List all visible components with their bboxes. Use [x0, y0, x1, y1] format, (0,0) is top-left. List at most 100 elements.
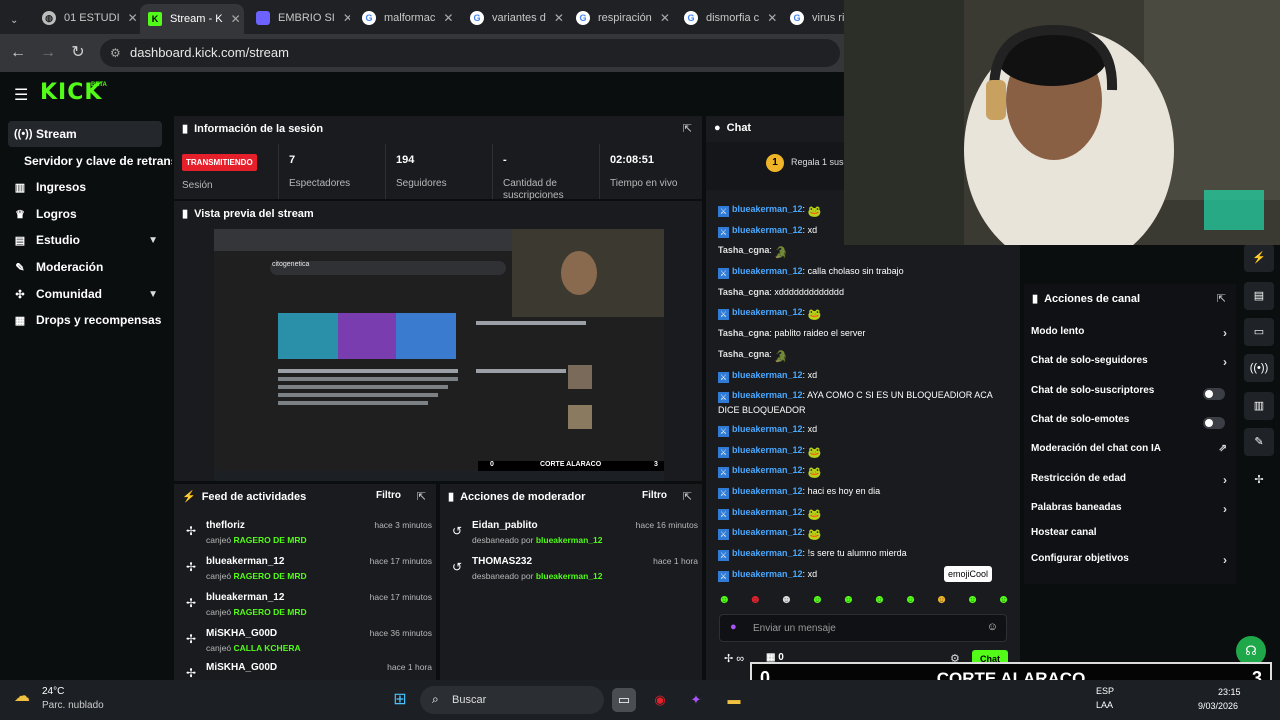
- sidebar-item-server-key[interactable]: Servidor y clave de retransmisión: [8, 148, 172, 174]
- chat-username[interactable]: blueakerman_12: [732, 527, 803, 537]
- keyboard-layout[interactable]: LAA: [1096, 700, 1113, 710]
- activity-user[interactable]: MiSKHA_G00D: [206, 628, 277, 639]
- chat-username[interactable]: blueakerman_12: [732, 569, 803, 579]
- action-configure-goals[interactable]: Configurar objetivos ›: [1031, 553, 1227, 573]
- chat-input[interactable]: ● Enviar un mensaje ☺: [719, 614, 1007, 642]
- popout-icon[interactable]: ⇱: [417, 490, 426, 503]
- close-icon[interactable]: ✕: [343, 11, 350, 25]
- site-info-icon[interactable]: ⚙: [110, 39, 121, 67]
- close-icon[interactable]: ✕: [128, 11, 138, 25]
- activity-user[interactable]: MiSKHA_G00D: [206, 662, 277, 673]
- chat-username[interactable]: blueakerman_12: [732, 486, 803, 496]
- mod-by[interactable]: blueakerman_12: [536, 535, 603, 545]
- action-host-channel[interactable]: Hostear canal: [1031, 527, 1227, 547]
- tab-search-button[interactable]: ⌄: [2, 8, 30, 32]
- action-subscribers-only[interactable]: Chat de solo-suscriptores: [1031, 385, 1227, 405]
- weather-desc[interactable]: Parc. nublado: [42, 700, 104, 711]
- sidebar-item-moderation[interactable]: ✎ Moderación: [8, 254, 162, 280]
- browser-tab[interactable]: G malformac ✕: [354, 6, 458, 30]
- emote-icon[interactable]: ☻: [904, 592, 917, 610]
- chat-username[interactable]: blueakerman_12: [732, 507, 803, 517]
- activity-user[interactable]: blueakerman_12: [206, 592, 284, 603]
- browser-tab[interactable]: G dismorfia c ✕: [676, 6, 780, 30]
- microphone-icon[interactable]: ●: [730, 621, 737, 633]
- mod-target-user[interactable]: Eidan_pablito: [472, 520, 538, 531]
- weather-temp[interactable]: 24°C: [42, 686, 64, 697]
- mod-target-user[interactable]: THOMAS232: [472, 556, 532, 567]
- document-icon[interactable]: ▤: [1244, 282, 1274, 310]
- sidebar-item-stream[interactable]: ((•)) Stream: [8, 121, 162, 147]
- broadcast-icon[interactable]: ((•)): [1244, 354, 1274, 382]
- chat-username[interactable]: blueakerman_12: [732, 204, 803, 214]
- chat-bubble-icon[interactable]: ▭: [1244, 318, 1274, 346]
- mod-panel-icon[interactable]: ▥: [1244, 392, 1274, 420]
- lightning-icon[interactable]: ⚡: [1244, 244, 1274, 272]
- emote-icon[interactable]: ☻: [780, 592, 793, 610]
- subscribers-only-toggle[interactable]: [1203, 388, 1225, 400]
- reload-icon[interactable]: ↻: [68, 43, 88, 63]
- close-icon[interactable]: ✕: [443, 11, 453, 25]
- chat-username[interactable]: blueakerman_12: [732, 390, 803, 400]
- chat-username[interactable]: blueakerman_12: [732, 445, 803, 455]
- chat-username[interactable]: Tasha_cgna: [718, 287, 769, 297]
- chat-username[interactable]: blueakerman_12: [732, 548, 803, 558]
- browser-tab-active[interactable]: K Stream - K ✕: [140, 4, 244, 34]
- mod-by[interactable]: blueakerman_12: [536, 571, 603, 581]
- sidebar-item-drops[interactable]: ▦ Drops y recompensas: [8, 307, 162, 333]
- popout-icon[interactable]: ⇱: [683, 490, 692, 503]
- back-arrow-icon[interactable]: ←: [8, 43, 28, 63]
- wrench-icon[interactable]: ✎: [1244, 428, 1274, 456]
- copilot-icon[interactable]: ✦: [684, 688, 708, 712]
- chat-username[interactable]: Tasha_cgna: [718, 245, 769, 255]
- emote-icon[interactable]: ☻: [811, 592, 824, 610]
- weather-icon[interactable]: ☁: [14, 686, 30, 706]
- close-icon[interactable]: ✕: [554, 11, 564, 25]
- action-ai-moderation[interactable]: Moderación del chat con IA ⇗: [1031, 443, 1227, 463]
- windows-start-icon[interactable]: ⊞: [388, 688, 412, 712]
- sidebar-item-achievements[interactable]: ♛ Logros: [8, 201, 162, 227]
- community-icon[interactable]: ✢: [1244, 466, 1274, 494]
- action-followers-only[interactable]: Chat de solo-seguidores ›: [1031, 355, 1227, 375]
- taskbar-search[interactable]: ⌕ Buscar: [420, 686, 604, 714]
- close-icon[interactable]: ✕: [660, 11, 670, 25]
- action-slow-mode[interactable]: Modo lento ›: [1031, 326, 1227, 346]
- url-field[interactable]: ⚙ dashboard.kick.com/stream: [100, 39, 840, 67]
- action-age-restriction[interactable]: Restricción de edad ›: [1031, 473, 1227, 493]
- action-emotes-only[interactable]: Chat de solo-emotes: [1031, 414, 1227, 434]
- chat-username[interactable]: Tasha_cgna: [718, 328, 769, 338]
- browser-tab[interactable]: EMBRIO SI ✕: [248, 6, 350, 30]
- clock-time[interactable]: 23:15: [1218, 687, 1241, 697]
- filter-button[interactable]: Filtro: [376, 490, 401, 501]
- emote-icon[interactable]: ☻: [718, 592, 731, 610]
- chat-username[interactable]: blueakerman_12: [732, 370, 803, 380]
- filter-button[interactable]: Filtro: [642, 490, 667, 501]
- chat-username[interactable]: Tasha_cgna: [718, 349, 769, 359]
- language-indicator[interactable]: ESP: [1096, 686, 1114, 696]
- chat-username[interactable]: blueakerman_12: [732, 307, 803, 317]
- forward-arrow-icon[interactable]: →: [38, 43, 58, 63]
- clock-date[interactable]: 9/03/2026: [1198, 701, 1238, 711]
- close-icon[interactable]: ✕: [231, 12, 241, 26]
- sidebar-item-revenue[interactable]: ▥ Ingresos: [8, 174, 162, 200]
- file-explorer-icon[interactable]: ▬: [722, 688, 746, 712]
- emote-icon[interactable]: ☻: [749, 592, 762, 610]
- browser-tab[interactable]: G virus rinc: [782, 6, 844, 30]
- browser-tab[interactable]: ◍ 01 ESTUDI ✕: [34, 6, 138, 30]
- popout-icon[interactable]: ⇱: [683, 122, 692, 135]
- emote-icon[interactable]: ☻: [935, 592, 948, 610]
- chat-username[interactable]: blueakerman_12: [732, 266, 803, 276]
- popout-icon[interactable]: ⇱: [1217, 292, 1226, 305]
- emote-icon[interactable]: ☻: [997, 592, 1010, 610]
- task-view-icon[interactable]: ▭: [612, 688, 636, 712]
- chat-users-icon[interactable]: ✢ ∞: [724, 652, 744, 665]
- emote-icon[interactable]: ☻: [842, 592, 855, 610]
- sidebar-item-community[interactable]: ✣ Comunidad ▼: [8, 281, 162, 307]
- emotes-only-toggle[interactable]: [1203, 417, 1225, 429]
- activity-user[interactable]: blueakerman_12: [206, 556, 284, 567]
- action-banned-words[interactable]: Palabras baneadas ›: [1031, 502, 1227, 522]
- menu-icon[interactable]: ☰: [14, 85, 28, 105]
- browser-tab[interactable]: G variantes d ✕: [462, 6, 566, 30]
- emote-icon[interactable]: ☻: [966, 592, 979, 610]
- chat-username[interactable]: blueakerman_12: [732, 424, 803, 434]
- emoji-picker-icon[interactable]: ☺: [987, 621, 998, 633]
